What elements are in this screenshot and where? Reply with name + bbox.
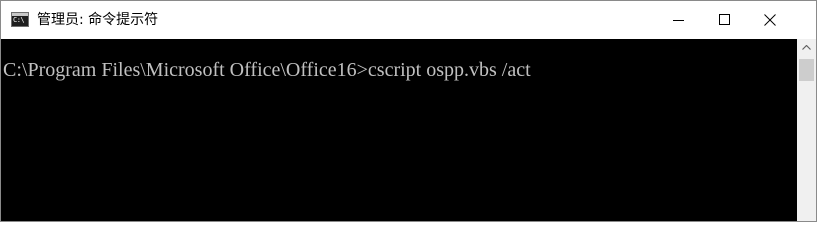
chevron-up-icon	[802, 45, 811, 50]
console-line: C:\Program Files\Microsoft Office\Office…	[3, 59, 531, 81]
vertical-scrollbar[interactable]	[797, 39, 816, 221]
scroll-up-button[interactable]	[797, 39, 816, 56]
close-button[interactable]	[747, 1, 793, 39]
window-title: 管理员: 命令提示符	[37, 12, 159, 28]
cmd-icon[interactable]: C:\	[11, 12, 29, 27]
cmd-icon-glyph: C:\	[13, 16, 25, 24]
minimize-button[interactable]	[655, 1, 701, 39]
command-prompt-window: C:\ 管理员: 命令提示符 C:\Program Files\Microsof…	[0, 0, 817, 222]
maximize-button[interactable]	[701, 1, 747, 39]
minimize-icon	[673, 20, 684, 21]
maximize-icon	[719, 14, 730, 25]
title-bar[interactable]: C:\ 管理员: 命令提示符	[1, 1, 816, 39]
console-output[interactable]: C:\Program Files\Microsoft Office\Office…	[1, 39, 797, 221]
scroll-thumb[interactable]	[799, 59, 814, 81]
close-icon	[764, 14, 776, 26]
